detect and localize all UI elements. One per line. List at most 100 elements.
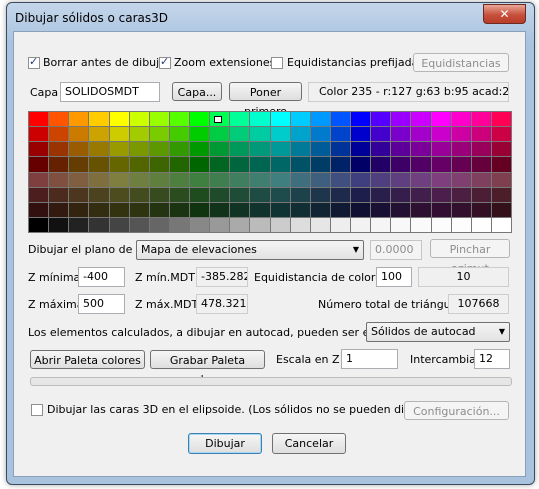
palette-swatch[interactable]: [330, 142, 350, 157]
palette-swatch[interactable]: [330, 157, 350, 172]
palette-swatch[interactable]: [391, 127, 411, 142]
palette-swatch[interactable]: [230, 112, 250, 127]
zoom-checkbox[interactable]: [159, 55, 171, 69]
palette-swatch[interactable]: [411, 157, 431, 172]
palette-swatch[interactable]: [411, 217, 431, 232]
palette-swatch[interactable]: [250, 187, 270, 202]
palette-swatch[interactable]: [310, 187, 330, 202]
palette-swatch[interactable]: [330, 127, 350, 142]
palette-swatch[interactable]: [330, 187, 350, 202]
palette-swatch[interactable]: [210, 187, 230, 202]
palette-swatch[interactable]: [49, 127, 69, 142]
palette-swatch[interactable]: [89, 187, 109, 202]
palette-swatch[interactable]: [371, 112, 391, 127]
palette-swatch[interactable]: [270, 157, 290, 172]
palette-swatch[interactable]: [169, 202, 189, 217]
palette-swatch[interactable]: [49, 157, 69, 172]
palette-swatch[interactable]: [149, 112, 169, 127]
palette-swatch[interactable]: [210, 172, 230, 187]
palette-swatch[interactable]: [230, 127, 250, 142]
palette-swatch[interactable]: [49, 217, 69, 232]
palette-swatch[interactable]: [109, 112, 129, 127]
palette-swatch[interactable]: [270, 202, 290, 217]
palette-swatch[interactable]: [431, 172, 451, 187]
capa-button[interactable]: Capa...: [172, 82, 222, 101]
palette-swatch[interactable]: [451, 217, 471, 232]
palette-swatch[interactable]: [29, 187, 49, 202]
palette-swatch[interactable]: [431, 157, 451, 172]
palette-swatch[interactable]: [411, 172, 431, 187]
palette-swatch[interactable]: [351, 127, 371, 142]
palette-swatch[interactable]: [190, 112, 210, 127]
palette-swatch[interactable]: [69, 172, 89, 187]
palette-swatch[interactable]: [290, 187, 310, 202]
palette-swatch[interactable]: [351, 172, 371, 187]
palette-swatch[interactable]: [129, 112, 149, 127]
palette-swatch[interactable]: [471, 217, 491, 232]
palette-swatch[interactable]: [451, 142, 471, 157]
plano-select[interactable]: Mapa de elevaciones ▼: [136, 240, 364, 260]
palette-swatch[interactable]: [149, 217, 169, 232]
palette-swatch[interactable]: [491, 187, 511, 202]
palette-swatch[interactable]: [109, 127, 129, 142]
palette-swatch[interactable]: [169, 217, 189, 232]
palette-swatch[interactable]: [491, 217, 511, 232]
palette-swatch[interactable]: [391, 157, 411, 172]
palette-swatch[interactable]: [69, 187, 89, 202]
palette-swatch[interactable]: [210, 202, 230, 217]
palette-swatch[interactable]: [129, 157, 149, 172]
palette-swatch[interactable]: [190, 217, 210, 232]
close-button[interactable]: ✕: [483, 4, 526, 24]
palette-swatch[interactable]: [49, 142, 69, 157]
palette-swatch[interactable]: [29, 217, 49, 232]
palette-swatch[interactable]: [169, 127, 189, 142]
palette-swatch[interactable]: [250, 202, 270, 217]
palette-swatch[interactable]: [451, 172, 471, 187]
palette-swatch[interactable]: [230, 187, 250, 202]
color-palette[interactable]: [28, 111, 512, 233]
palette-swatch[interactable]: [471, 157, 491, 172]
palette-swatch[interactable]: [310, 202, 330, 217]
zmax-input[interactable]: 500: [78, 294, 125, 314]
palette-swatch[interactable]: [451, 112, 471, 127]
palette-swatch[interactable]: [471, 187, 491, 202]
palette-swatch[interactable]: [250, 217, 270, 232]
palette-swatch[interactable]: [431, 127, 451, 142]
palette-swatch[interactable]: [69, 142, 89, 157]
capa-input[interactable]: SOLIDOSMDT: [60, 82, 160, 102]
palette-swatch[interactable]: [190, 187, 210, 202]
palette-swatch[interactable]: [109, 172, 129, 187]
palette-swatch[interactable]: [310, 172, 330, 187]
palette-swatch[interactable]: [351, 217, 371, 232]
palette-swatch[interactable]: [371, 127, 391, 142]
palette-swatch[interactable]: [270, 172, 290, 187]
palette-swatch[interactable]: [29, 142, 49, 157]
palette-swatch[interactable]: [411, 142, 431, 157]
escala-z-input[interactable]: 1: [341, 349, 398, 369]
palette-swatch[interactable]: [149, 187, 169, 202]
borrar-checkbox[interactable]: [28, 55, 40, 69]
palette-swatch[interactable]: [491, 142, 511, 157]
palette-swatch[interactable]: [371, 217, 391, 232]
palette-swatch[interactable]: [330, 112, 350, 127]
palette-swatch[interactable]: [210, 157, 230, 172]
palette-swatch[interactable]: [89, 172, 109, 187]
palette-swatch[interactable]: [290, 217, 310, 232]
palette-swatch[interactable]: [411, 127, 431, 142]
elipsoide-checkbox[interactable]: [31, 404, 43, 416]
palette-swatch[interactable]: [310, 217, 330, 232]
palette-swatch[interactable]: [371, 172, 391, 187]
configuracion-button[interactable]: Configuración...: [404, 401, 509, 420]
palette-swatch[interactable]: [351, 112, 371, 127]
palette-swatch[interactable]: [210, 127, 230, 142]
equid-prefijadas-checkbox[interactable]: [271, 57, 283, 69]
palette-swatch[interactable]: [149, 157, 169, 172]
palette-swatch[interactable]: [351, 202, 371, 217]
equid-colores-input[interactable]: 100: [376, 267, 412, 287]
equidistancias-button[interactable]: Equidistancias: [413, 53, 509, 72]
palette-swatch[interactable]: [89, 142, 109, 157]
palette-swatch[interactable]: [451, 157, 471, 172]
zmin-input[interactable]: -400: [78, 267, 125, 287]
palette-swatch[interactable]: [351, 142, 371, 157]
palette-swatch[interactable]: [491, 127, 511, 142]
